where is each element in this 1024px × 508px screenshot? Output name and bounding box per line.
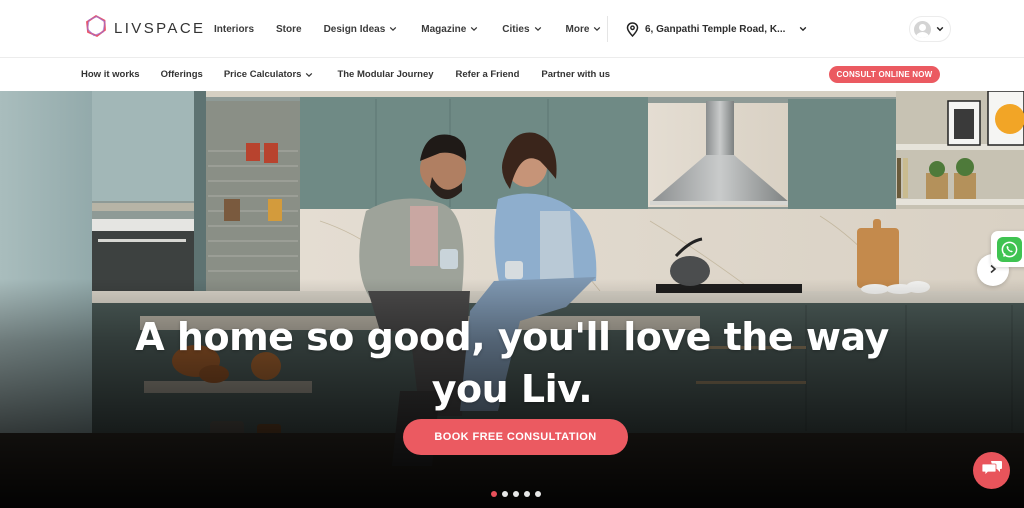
chat-bubbles-icon — [981, 459, 1003, 482]
chat-support-button[interactable] — [973, 452, 1010, 489]
top-header: LIVSPACE Interiors Store Design Ideas Ma… — [0, 0, 1024, 58]
subnav-label: Offerings — [160, 69, 203, 80]
user-avatar-icon — [914, 20, 931, 38]
subnav-partner-with-us[interactable]: Partner with us — [541, 69, 610, 80]
chevron-down-icon — [389, 25, 397, 33]
nav-label: Cities — [502, 23, 530, 35]
nav-label: Interiors — [214, 23, 255, 35]
location-selector[interactable]: 6, Ganpathi Temple Road, K... — [626, 19, 807, 39]
map-pin-icon — [626, 21, 639, 37]
chevron-down-icon — [799, 25, 807, 33]
subnav-how-it-works[interactable]: How it works — [81, 69, 140, 80]
carousel-dot[interactable] — [513, 491, 519, 497]
nav-interiors[interactable]: Interiors — [214, 24, 254, 35]
whatsapp-icon — [997, 236, 1022, 262]
subnav-modular-journey[interactable]: The Modular Journey — [337, 69, 433, 80]
carousel-pagination — [491, 491, 541, 497]
nav-cities[interactable]: Cities — [502, 24, 541, 35]
hero-title: A home so good, you'll love the way you … — [0, 311, 1024, 415]
chevron-down-icon — [936, 25, 944, 33]
nav-more[interactable]: More — [566, 24, 602, 35]
nav-label: Magazine — [421, 23, 467, 35]
hero-title-line-1: A home so good, you'll love the way — [135, 315, 889, 359]
nav-label: Store — [276, 23, 302, 35]
subnav-price-calculators[interactable]: Price Calculators — [224, 69, 314, 80]
logo-icon — [84, 14, 108, 43]
subnav-label: How it works — [81, 69, 140, 80]
location-text: 6, Ganpathi Temple Road, K... — [645, 23, 786, 35]
nav-design-ideas[interactable]: Design Ideas — [324, 24, 398, 35]
profile-menu-button[interactable] — [909, 16, 951, 42]
header-divider — [607, 16, 608, 42]
carousel-dot[interactable] — [502, 491, 508, 497]
subnav-label: Refer a Friend — [455, 69, 520, 80]
consult-online-now-button[interactable]: CONSULT ONLINE NOW — [829, 66, 940, 83]
book-free-consultation-button[interactable]: BOOK FREE CONSULTATION — [403, 419, 628, 455]
carousel-dot[interactable] — [491, 491, 497, 497]
subnav-label: Partner with us — [541, 69, 611, 80]
whatsapp-button[interactable] — [991, 231, 1024, 267]
nav-magazine[interactable]: Magazine — [421, 24, 478, 35]
subnav-label: The Modular Journey — [337, 69, 434, 80]
chevron-down-icon — [470, 25, 478, 33]
chevron-down-icon — [534, 25, 542, 33]
chevron-down-icon — [305, 71, 313, 79]
carousel-dot[interactable] — [535, 491, 541, 497]
hero-title-line-2: you Liv. — [431, 367, 593, 411]
subnav-label: Price Calculators — [223, 69, 302, 80]
subnav-offerings[interactable]: Offerings — [161, 69, 203, 80]
hero-banner: A home so good, you'll love the way you … — [0, 91, 1024, 508]
nav-label: Design Ideas — [323, 23, 386, 35]
carousel-dot[interactable] — [524, 491, 530, 497]
nav-label: More — [565, 23, 590, 35]
subnav-refer-a-friend[interactable]: Refer a Friend — [456, 69, 520, 80]
logo-text: LIVSPACE — [114, 19, 206, 37]
nav-store[interactable]: Store — [276, 24, 302, 35]
chevron-down-icon — [593, 25, 601, 33]
main-nav: Interiors Store Design Ideas Magazine Ci… — [214, 0, 601, 58]
livspace-logo[interactable]: LIVSPACE — [84, 14, 206, 43]
